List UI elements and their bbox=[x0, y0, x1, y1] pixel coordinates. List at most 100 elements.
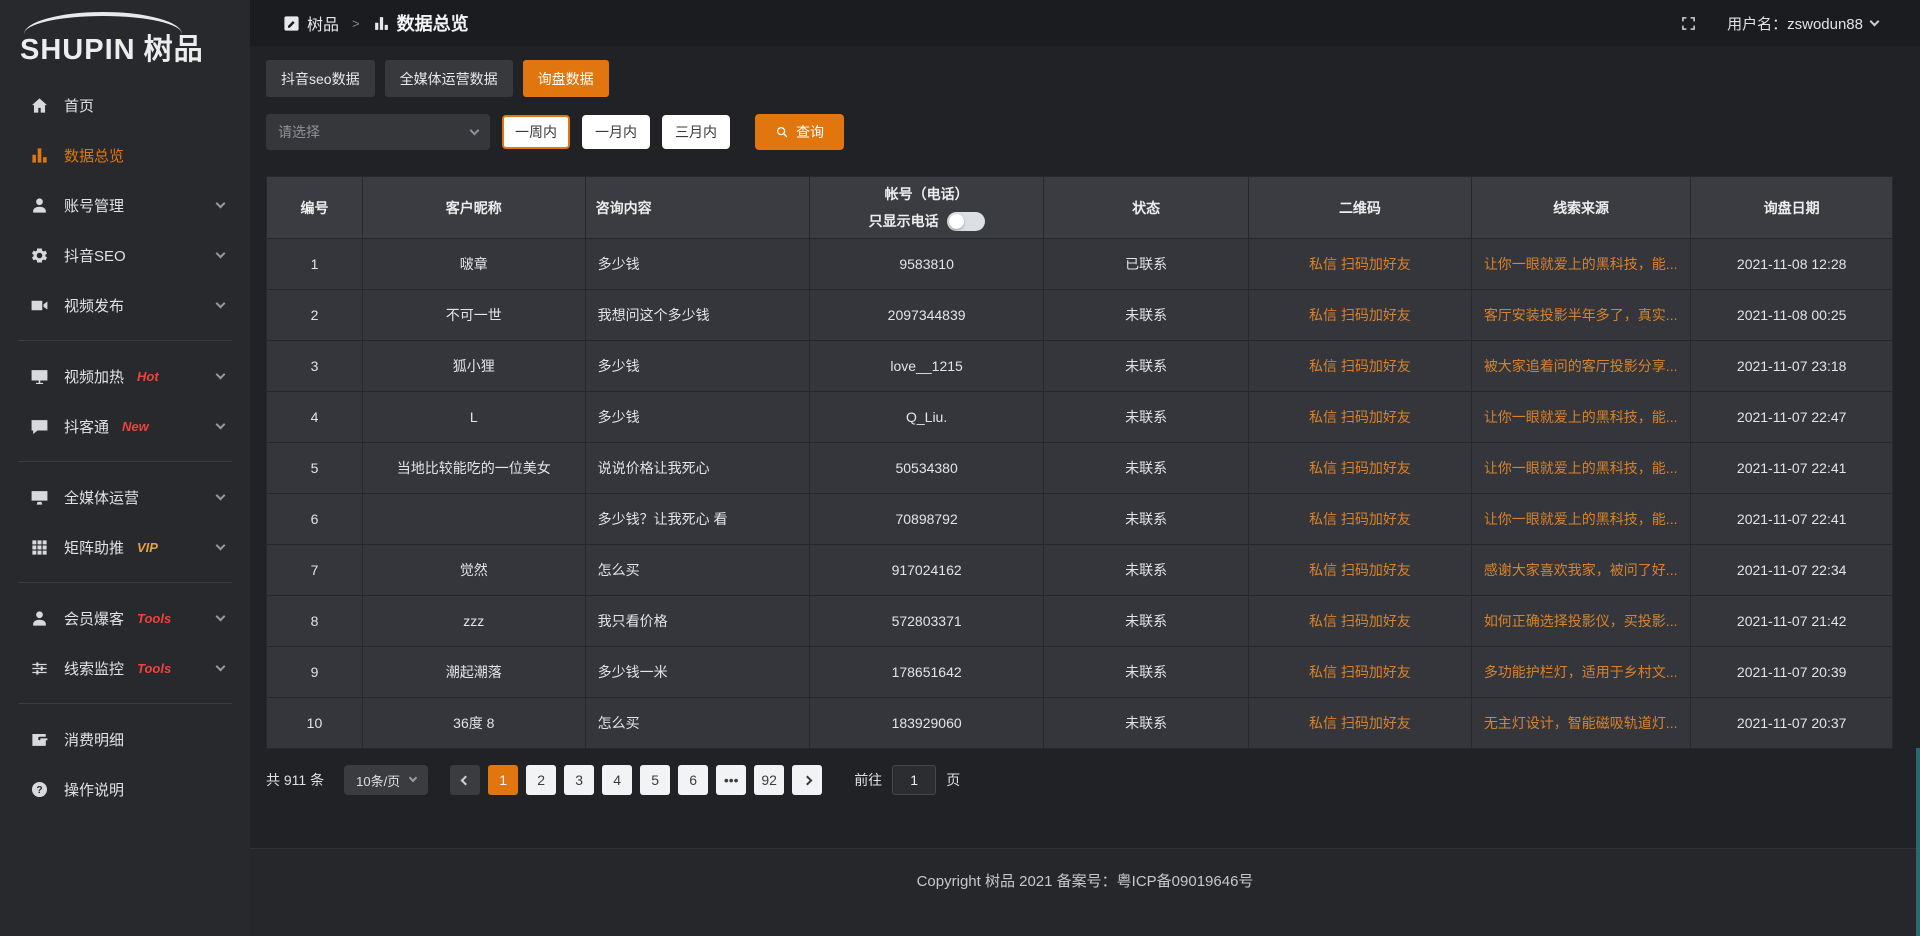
sidebar-item-label: 抖客通 bbox=[64, 416, 109, 437]
source-link[interactable]: 感谢大家喜欢我家，被问了好... bbox=[1484, 562, 1678, 578]
gear-icon bbox=[30, 246, 49, 265]
page-button-1[interactable]: 1 bbox=[488, 765, 518, 795]
phone-only-toggle[interactable] bbox=[947, 212, 985, 231]
chat-icon bbox=[30, 417, 49, 436]
status-cell: 未联系 bbox=[1044, 596, 1249, 647]
source-link[interactable]: 被大家追着问的客厅投影分享... bbox=[1484, 358, 1678, 374]
qr-link[interactable]: 私信 扫码加好友 bbox=[1309, 511, 1411, 527]
goto-label: 前往 bbox=[854, 770, 882, 790]
period-button-quarter[interactable]: 三月内 bbox=[662, 115, 730, 149]
fullscreen-icon[interactable] bbox=[1680, 15, 1697, 32]
sidebar-item-omni-media[interactable]: 全媒体运营 bbox=[0, 472, 250, 522]
sidebar-item-consumption-detail[interactable]: 消费明细 bbox=[0, 714, 250, 764]
page-buttons: 123456 ••• 92 bbox=[484, 765, 788, 795]
date-cell: 2021-11-07 22:47 bbox=[1691, 392, 1893, 443]
sidebar-item-douyin-seo[interactable]: 抖音SEO bbox=[0, 230, 250, 280]
filter-select-placeholder: 请选择 bbox=[278, 122, 320, 142]
source-link[interactable]: 让你一眼就爱上的黑科技，能... bbox=[1484, 460, 1678, 476]
sidebar-item-video-heat[interactable]: 视频加热Hot bbox=[0, 351, 250, 401]
page-button-6[interactable]: 6 bbox=[678, 765, 708, 795]
person-icon bbox=[30, 609, 49, 628]
page-ellipsis[interactable]: ••• bbox=[716, 765, 746, 795]
scrollbar-thumb[interactable] bbox=[1916, 748, 1920, 936]
date-cell: 2021-11-07 23:18 bbox=[1691, 341, 1893, 392]
logo-brand-cn: 树品 bbox=[144, 34, 204, 66]
qr-link[interactable]: 私信 扫码加好友 bbox=[1309, 409, 1411, 425]
search-icon bbox=[775, 125, 789, 139]
source-link[interactable]: 让你一眼就爱上的黑科技，能... bbox=[1484, 256, 1678, 272]
sidebar-divider bbox=[18, 703, 232, 704]
nickname-cell: 潮起潮落 bbox=[362, 647, 585, 698]
page-button-3[interactable]: 3 bbox=[564, 765, 594, 795]
page-size-select[interactable]: 10条/页 bbox=[344, 765, 428, 795]
goto-page-input[interactable] bbox=[892, 765, 936, 795]
sidebar-item-data-overview[interactable]: 数据总览 bbox=[0, 130, 250, 180]
prev-page-button[interactable] bbox=[450, 765, 480, 795]
account-cell: 50534380 bbox=[810, 443, 1044, 494]
qr-link[interactable]: 私信 扫码加好友 bbox=[1309, 307, 1411, 323]
source-link[interactable]: 如何正确选择投影仪，买投影... bbox=[1484, 613, 1678, 629]
source-link[interactable]: 让你一眼就爱上的黑科技，能... bbox=[1484, 511, 1678, 527]
qr-link[interactable]: 私信 扫码加好友 bbox=[1309, 613, 1411, 629]
qr-link[interactable]: 私信 扫码加好友 bbox=[1309, 715, 1411, 731]
source-link[interactable]: 客厅安装投影半年多了，真实... bbox=[1484, 307, 1678, 323]
source-link[interactable]: 让你一眼就爱上的黑科技，能... bbox=[1484, 409, 1678, 425]
qr-link[interactable]: 私信 扫码加好友 bbox=[1309, 358, 1411, 374]
breadcrumb-root[interactable]: 树品 bbox=[307, 11, 339, 35]
chevron-down-icon bbox=[409, 774, 417, 782]
nickname-cell: 啵章 bbox=[362, 239, 585, 290]
sidebar-item-home[interactable]: 首页 bbox=[0, 80, 250, 130]
tab-douyin-seo-data[interactable]: 抖音seo数据 bbox=[266, 60, 375, 97]
tab-inquiry-data[interactable]: 询盘数据 bbox=[523, 60, 609, 97]
breadcrumb-separator: > bbox=[352, 16, 360, 31]
filter-select[interactable]: 请选择 bbox=[266, 114, 490, 150]
table-row: 7觉然怎么买917024162未联系私信 扫码加好友感谢大家喜欢我家，被问了好.… bbox=[267, 545, 1893, 596]
topbar: 树品 > 数据总览 用户名：zswodun88 bbox=[250, 0, 1920, 46]
qr-link[interactable]: 私信 扫码加好友 bbox=[1309, 256, 1411, 272]
row-id-cell: 7 bbox=[267, 545, 363, 596]
qr-link[interactable]: 私信 扫码加好友 bbox=[1309, 460, 1411, 476]
page-button-2[interactable]: 2 bbox=[526, 765, 556, 795]
table-row: 1啵章多少钱9583810已联系私信 扫码加好友让你一眼就爱上的黑科技，能...… bbox=[267, 239, 1893, 290]
date-cell: 2021-11-07 22:41 bbox=[1691, 494, 1893, 545]
page-button-4[interactable]: 4 bbox=[602, 765, 632, 795]
sidebar-item-badge: Hot bbox=[137, 369, 159, 384]
account-cell: love__1215 bbox=[810, 341, 1044, 392]
sidebar-item-lead-monitor[interactable]: 线索监控Tools bbox=[0, 643, 250, 693]
tab-omni-media-data[interactable]: 全媒体运营数据 bbox=[385, 60, 513, 97]
qr-link[interactable]: 私信 扫码加好友 bbox=[1309, 562, 1411, 578]
source-link[interactable]: 多功能护栏灯，适用于乡村文... bbox=[1484, 664, 1678, 680]
table-row: 3狐小狸多少钱love__1215未联系私信 扫码加好友被大家追着问的客厅投影分… bbox=[267, 341, 1893, 392]
query-button[interactable]: 查询 bbox=[755, 114, 844, 150]
period-button-week[interactable]: 一周内 bbox=[502, 115, 570, 149]
chevron-down-icon bbox=[216, 248, 226, 258]
status-cell: 未联系 bbox=[1044, 647, 1249, 698]
qr-link[interactable]: 私信 扫码加好友 bbox=[1309, 664, 1411, 680]
chevron-down-icon bbox=[216, 661, 226, 671]
table-row: 4L多少钱Q_Liu.未联系私信 扫码加好友让你一眼就爱上的黑科技，能...20… bbox=[267, 392, 1893, 443]
sidebar-item-video-publish[interactable]: 视频发布 bbox=[0, 280, 250, 330]
date-cell: 2021-11-07 22:41 bbox=[1691, 443, 1893, 494]
sidebar-item-douketong[interactable]: 抖客通New bbox=[0, 401, 250, 451]
account-cell: 572803371 bbox=[810, 596, 1044, 647]
sidebar-item-matrix-boost[interactable]: 矩阵助推VIP bbox=[0, 522, 250, 572]
monitor-icon bbox=[30, 488, 49, 507]
period-button-month[interactable]: 一月内 bbox=[582, 115, 650, 149]
account-cell: Q_Liu. bbox=[810, 392, 1044, 443]
header-status: 状态 bbox=[1044, 177, 1249, 239]
sidebar-divider bbox=[18, 461, 232, 462]
next-page-button[interactable] bbox=[792, 765, 822, 795]
inquiry-cell: 怎么买 bbox=[585, 698, 809, 749]
chevron-down-icon bbox=[216, 298, 226, 308]
nickname-cell: 不可一世 bbox=[362, 290, 585, 341]
sidebar-item-member-burst[interactable]: 会员爆客Tools bbox=[0, 593, 250, 643]
inquiry-cell: 我想问这个多少钱 bbox=[585, 290, 809, 341]
page-button-5[interactable]: 5 bbox=[640, 765, 670, 795]
filter-bar: 请选择 一周内一月内三月内 查询 bbox=[266, 114, 1893, 150]
user-menu[interactable]: 用户名：zswodun88 bbox=[1727, 13, 1878, 34]
brand-doc-icon bbox=[283, 15, 300, 32]
sidebar-item-account-management[interactable]: 账号管理 bbox=[0, 180, 250, 230]
source-link[interactable]: 无主灯设计，智能磁吸轨道灯... bbox=[1484, 715, 1678, 731]
sidebar-item-operation-guide[interactable]: ?操作说明 bbox=[0, 764, 250, 814]
page-button-92[interactable]: 92 bbox=[754, 765, 784, 795]
